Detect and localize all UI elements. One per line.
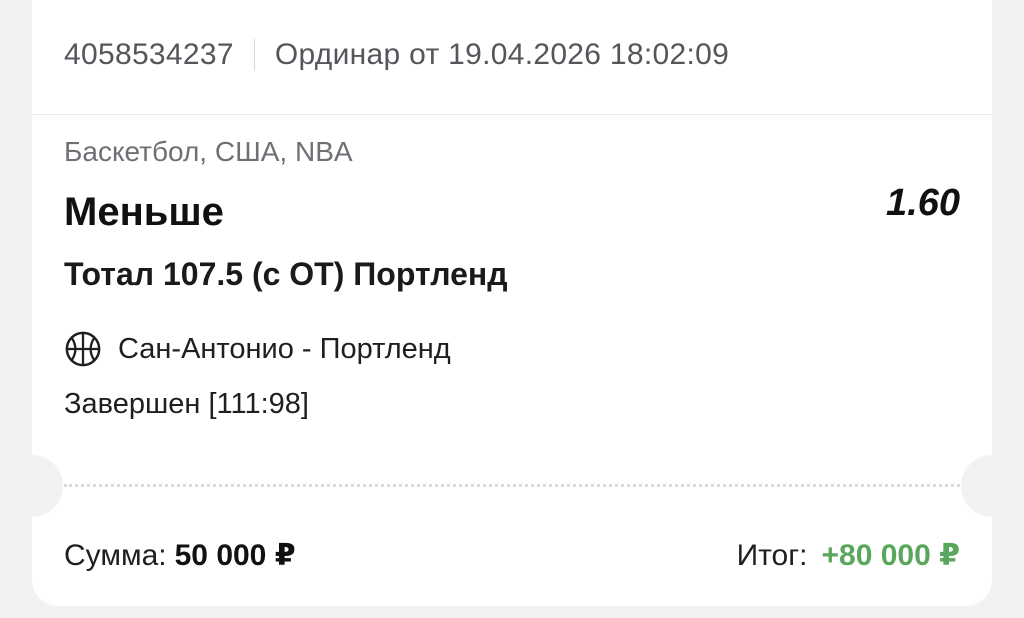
bet-market: Тотал 107.5 (с ОТ) Портленд [64,256,508,292]
ticket-notch-right [961,455,1023,517]
ticket-header-row: 4058534237 Ординар от 19.04.2026 18:02:0… [64,38,729,72]
basketball-icon [64,330,102,368]
bet-outcome: Меньше [64,190,224,234]
ticket-divider [64,484,960,487]
header-separator [253,39,255,71]
ticket-id: 4058534237 [64,38,234,71]
stake-label: Сумма: [64,539,167,572]
result-value: +80 000 ₽ [821,539,961,572]
stake-value: 50 000 ₽ [174,539,296,572]
ticket-header: 4058534237 Ординар от 19.04.2026 18:02:0… [32,0,992,115]
bet-category: Баскетбол, США, NBA [64,136,353,167]
bet-odds: 1.60 [886,182,960,224]
match-row[interactable]: Сан-Антонио - Портленд [64,330,451,368]
ticket-type-date: Ординар от 19.04.2026 18:02:09 [274,38,730,71]
result-block: Итог: +80 000 ₽ [737,538,960,573]
match-status: Завершен [111:98] [64,388,309,420]
ticket-notch-left [1,455,63,517]
bet-ticket-card[interactable]: 4058534237 Ординар от 19.04.2026 18:02:0… [1,0,1023,606]
stake-block: Сумма: 50 000 ₽ [64,538,296,573]
result-label: Итог: [736,539,808,572]
match-name: Сан-Антонио - Портленд [118,332,451,365]
